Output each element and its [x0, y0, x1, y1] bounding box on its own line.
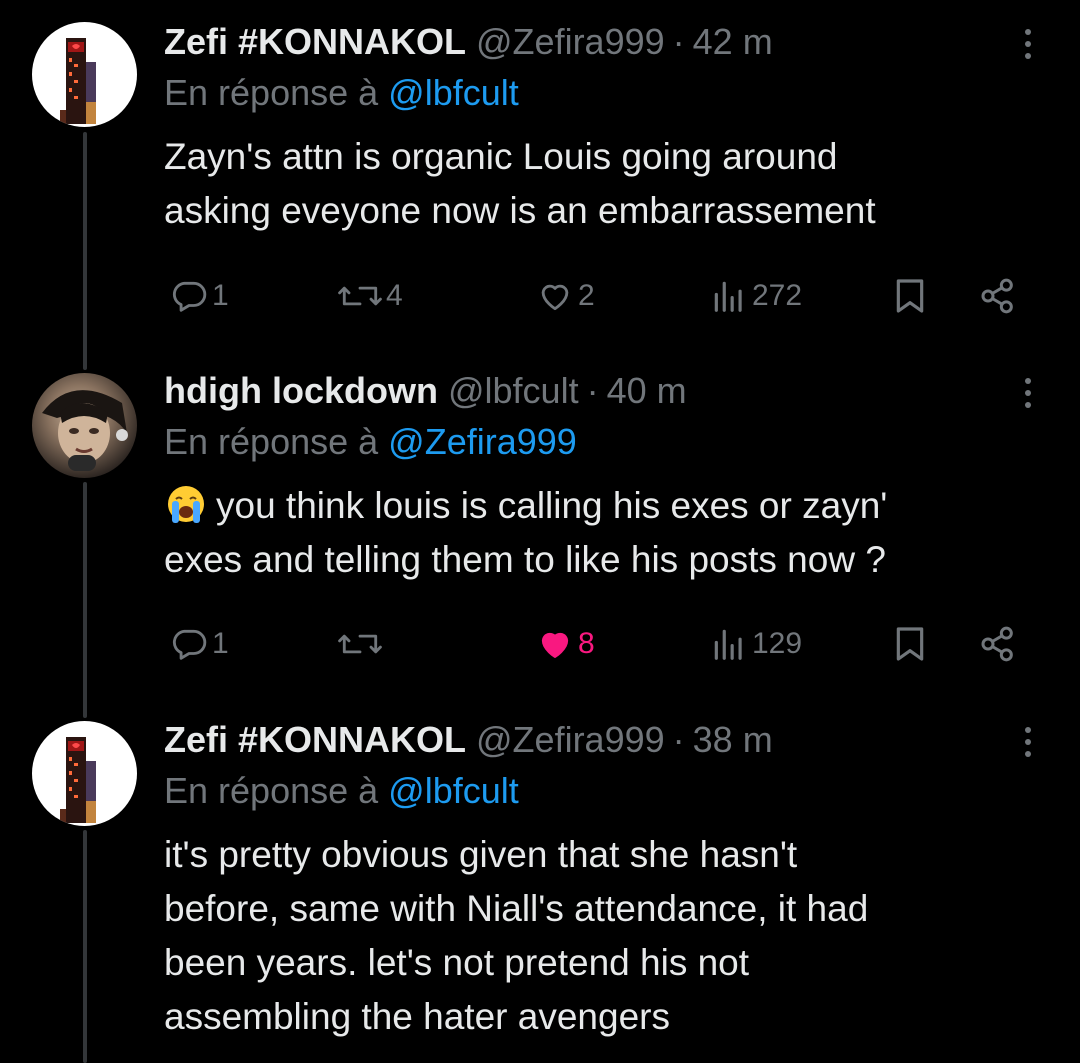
more-vertical-icon[interactable] — [1018, 375, 1038, 411]
reply-context: En réponse à @lbfcult — [164, 770, 519, 812]
speech-bubble-icon — [172, 281, 207, 312]
tweet-text-line: assembling the hater avengers — [164, 996, 670, 1037]
view-count: 129 — [752, 627, 803, 660]
separator-dot: · — [672, 21, 685, 62]
share-button[interactable] — [978, 620, 1018, 668]
more-vertical-icon[interactable] — [1018, 26, 1038, 62]
like-count: 2 — [578, 279, 595, 312]
more-vertical-icon[interactable] — [1018, 724, 1038, 760]
reply-prefix: En réponse à — [164, 770, 379, 811]
avatar-image — [60, 38, 96, 124]
tweet-text-line: before, same with Niall's attendance, it… — [164, 888, 869, 929]
share-button[interactable] — [978, 272, 1018, 320]
like-count: 8 — [578, 627, 595, 660]
repost-arrows-icon — [338, 634, 382, 654]
separator-dot: · — [586, 370, 599, 411]
tweet-header: Zefi #KONNAKOL @Zefira999 · 42 m — [164, 18, 773, 66]
bookmark-button[interactable] — [890, 620, 930, 668]
separator-dot: · — [672, 719, 685, 760]
tweet-text: it's pretty obvious given that she hasn'… — [164, 828, 1044, 1044]
reply-prefix: En réponse à — [164, 72, 379, 113]
views-button[interactable]: 272 — [710, 272, 802, 320]
tweet-text-line: it's pretty obvious given that she hasn'… — [164, 834, 798, 875]
bookmark-button[interactable] — [890, 272, 930, 320]
display-name[interactable]: hdigh lockdown — [164, 370, 438, 412]
avatar[interactable] — [32, 22, 137, 127]
view-count: 272 — [752, 279, 803, 312]
avatar-image — [60, 737, 96, 823]
tweet-text: Zayn's attn is organic Louis going aroun… — [164, 130, 1044, 238]
share-icon — [981, 278, 1013, 314]
tweet[interactable]: Zefi #KONNAKOL @Zefira999 · 42 m En répo… — [0, 18, 1080, 338]
tweet-text-line: you think louis is calling his exes or z… — [216, 485, 888, 526]
reply-button[interactable]: 1 — [170, 620, 229, 668]
tweet-header: hdigh lockdown @lbfcult · 40 m — [164, 367, 687, 415]
heart-icon — [541, 632, 569, 658]
share-icon — [981, 626, 1013, 662]
avatar[interactable] — [32, 373, 137, 478]
avatar[interactable] — [32, 721, 137, 826]
tweet-text: you think louis is calling his exes or z… — [164, 479, 1044, 587]
repost-button[interactable] — [338, 620, 382, 668]
tweet-header: Zefi #KONNAKOL @Zefira999 · 38 m — [164, 716, 773, 764]
bar-chart-icon — [714, 281, 742, 312]
repost-button[interactable]: 4 — [338, 272, 403, 320]
timestamp[interactable]: 38 m — [693, 719, 773, 761]
repost-arrows-icon — [338, 286, 382, 306]
bar-chart-icon — [714, 629, 742, 660]
reply-mention-link[interactable]: @lbfcult — [388, 72, 519, 113]
action-bar: 1 4 2 272 — [164, 272, 1034, 320]
reply-count: 1 — [212, 627, 229, 660]
tweet-text-line: Zayn's attn is organic Louis going aroun… — [164, 136, 838, 177]
views-button[interactable]: 129 — [710, 620, 802, 668]
reply-context: En réponse à @Zefira999 — [164, 421, 577, 463]
reply-count: 1 — [212, 279, 229, 312]
display-name[interactable]: Zefi #KONNAKOL — [164, 21, 466, 63]
reply-button[interactable]: 1 — [170, 272, 229, 320]
username[interactable]: @lbfcult — [448, 370, 579, 412]
display-name[interactable]: Zefi #KONNAKOL — [164, 719, 466, 761]
speech-bubble-icon — [172, 629, 207, 660]
avatar-image — [42, 390, 128, 471]
heart-icon — [541, 284, 569, 311]
reply-mention-link[interactable]: @lbfcult — [388, 770, 519, 811]
tweet[interactable]: Zefi #KONNAKOL @Zefira999 · 38 m En répo… — [0, 716, 1080, 1063]
tweet-text-line: exes and telling them to like his posts … — [164, 539, 886, 580]
reply-context: En réponse à @lbfcult — [164, 72, 519, 114]
reply-prefix: En réponse à — [164, 421, 379, 462]
like-button[interactable]: 2 — [536, 272, 595, 320]
bookmark-icon — [896, 627, 924, 661]
like-button[interactable]: 8 — [536, 620, 595, 668]
username[interactable]: @Zefira999 — [476, 719, 665, 761]
timestamp[interactable]: 40 m — [607, 370, 687, 412]
reply-mention-link[interactable]: @Zefira999 — [388, 421, 577, 462]
timestamp[interactable]: 42 m — [693, 21, 773, 63]
tweet-text-line: been years. let's not pretend his not — [164, 942, 750, 983]
bookmark-icon — [896, 279, 924, 313]
repost-count: 4 — [386, 279, 403, 312]
tweet[interactable]: hdigh lockdown @lbfcult · 40 m En répons… — [0, 367, 1080, 687]
loudly-crying-face-emoji — [168, 486, 204, 523]
action-bar: 1 8 129 — [164, 620, 1034, 668]
username[interactable]: @Zefira999 — [476, 21, 665, 63]
tweet-text-line: asking eveyone now is an embarrassement — [164, 190, 876, 231]
